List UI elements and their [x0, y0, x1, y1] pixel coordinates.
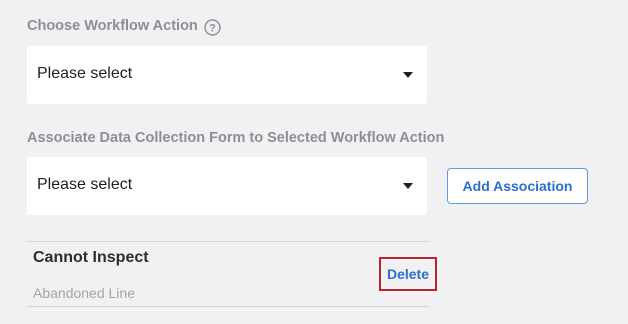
data-collection-select[interactable]: Please select [27, 157, 427, 215]
delete-button[interactable]: Delete [379, 257, 437, 291]
data-collection-select-value: Please select [37, 176, 133, 193]
question-circle-icon[interactable]: ? [204, 19, 221, 36]
caret-down-icon [403, 183, 413, 189]
workflow-action-select[interactable]: Please select [27, 46, 427, 104]
add-association-button[interactable]: Add Association [447, 168, 588, 204]
association-subtitle: Abandoned Line [33, 285, 135, 301]
data-collection-label: Associate Data Collection Form to Select… [27, 130, 445, 146]
association-title: Cannot Inspect [33, 249, 149, 266]
workflow-action-label: Choose Workflow Action [27, 18, 198, 34]
svg-text:?: ? [209, 22, 216, 34]
list-divider [27, 306, 429, 307]
list-divider [27, 241, 429, 242]
caret-down-icon [403, 72, 413, 78]
workflow-action-select-value: Please select [37, 65, 133, 82]
